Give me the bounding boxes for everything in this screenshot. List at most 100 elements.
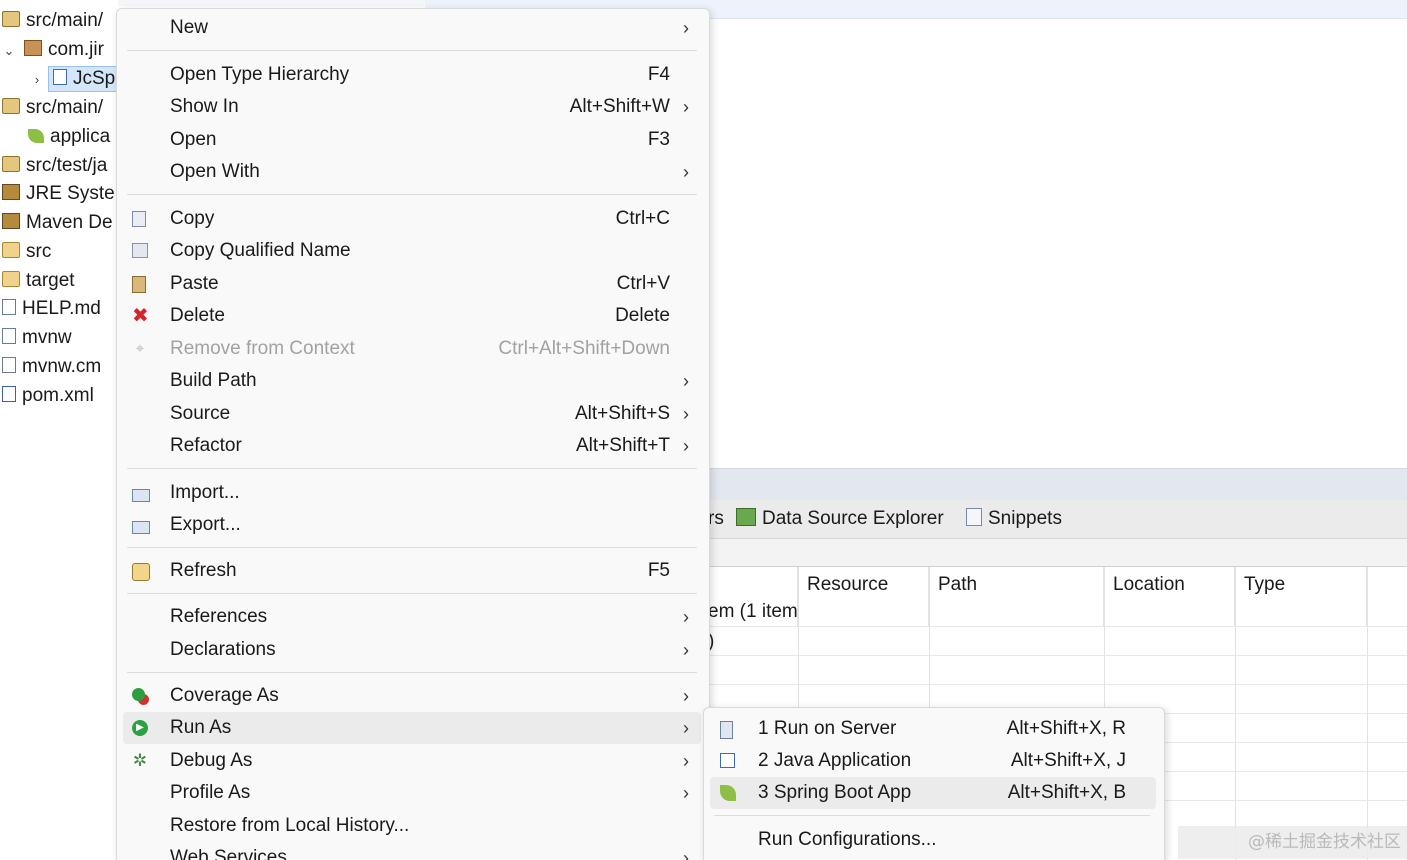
tree-item-label: src/test/ja [26, 155, 108, 176]
submenu-item-spring-boot-app[interactable]: 3 Spring Boot App Alt+Shift+X, B [710, 777, 1156, 809]
menu-item-label: Open With [170, 161, 260, 182]
menu-item-references[interactable]: References › [123, 601, 701, 633]
tree-item-src-test-java[interactable]: src/test/ja [2, 152, 107, 180]
folder-icon [2, 242, 20, 258]
menu-item-export[interactable]: Export... [123, 509, 701, 541]
menu-item-declarations[interactable]: Declarations › [123, 634, 701, 666]
menu-item-new[interactable]: New › [123, 12, 701, 44]
package-icon [24, 40, 42, 56]
menu-item-import[interactable]: Import... [123, 477, 701, 509]
tree-item-label: mvnw [22, 327, 72, 348]
menu-item-run-as[interactable]: ▶ Run As › [123, 712, 701, 744]
menu-item-label: References [170, 606, 268, 627]
menu-item-profile-as[interactable]: Profile As › [123, 777, 701, 809]
tree-item-label: com.jir [48, 39, 104, 60]
menu-item-delete[interactable]: ✖ Delete Delete [123, 300, 701, 332]
delete-icon: ✖ [132, 305, 149, 327]
tree-item-maven-dependencies[interactable]: Maven De [2, 209, 113, 237]
tree-item-application-properties[interactable]: applica [28, 123, 110, 151]
data-source-icon [736, 508, 756, 526]
tree-item-package[interactable]: ⌄ com.jir [2, 36, 104, 64]
menu-item-label: New [170, 17, 209, 38]
tree-item-src[interactable]: src [2, 238, 51, 266]
submenu-item-run-on-server[interactable]: 1 Run on Server Alt+Shift+X, R [710, 713, 1156, 745]
menu-item-label: Refresh [170, 560, 237, 581]
menu-item-copy-qualified-name[interactable]: Copy Qualified Name [123, 235, 701, 267]
tree-item-label: Maven De [26, 212, 113, 233]
menu-item-coverage-as[interactable]: Coverage As › [123, 680, 701, 712]
source-folder-icon [2, 98, 20, 114]
debug-icon: ✲ [132, 751, 148, 770]
menu-item-show-in[interactable]: Show In Alt+Shift+W › [123, 91, 701, 123]
chevron-right-icon[interactable]: › [30, 66, 44, 94]
row-description: em (1 item [708, 601, 798, 622]
submenu-item-java-application[interactable]: 2 Java Application Alt+Shift+X, J [710, 745, 1156, 777]
menu-item-restore-from-local-history[interactable]: Restore from Local History... [123, 810, 701, 842]
tree-item-target[interactable]: target [2, 267, 75, 295]
menu-item-open-type-hierarchy[interactable]: Open Type Hierarchy F4 [123, 59, 701, 91]
context-menu: New › Open Type Hierarchy F4 Show In Alt+Sh… [116, 8, 710, 860]
views-header [708, 468, 1407, 501]
tree-item-jre-system-library[interactable]: JRE Syste [2, 180, 115, 208]
watermark: @稀土掘金技术社区 [1178, 826, 1407, 859]
library-icon [2, 184, 20, 200]
tree-item-label: src [26, 241, 52, 262]
menu-item-label: Open [170, 129, 217, 150]
file-icon [2, 357, 16, 373]
folder-icon [2, 271, 20, 287]
table-row [708, 655, 1407, 684]
menu-item-shortcut: Alt+Shift+T [576, 435, 670, 456]
tab-data-source-explorer[interactable]: Data Source Explorer [736, 500, 944, 538]
menu-item-label: Delete [170, 305, 225, 326]
tree-item-pom-xml[interactable]: pom.xml [2, 382, 94, 410]
table-row[interactable]: ) [708, 626, 1407, 655]
menu-item-label: Refactor [170, 435, 242, 456]
import-icon [132, 489, 150, 502]
chevron-right-icon: › [683, 607, 689, 627]
view-tab-bar: rs Data Source Explorer Snippets [708, 500, 1407, 539]
menu-item-open[interactable]: Open F3 [123, 124, 701, 156]
chevron-right-icon: › [683, 848, 689, 860]
menu-item-web-services[interactable]: Web Services › [123, 842, 701, 860]
tree-item-mvnw[interactable]: mvnw [2, 324, 72, 352]
chevron-right-icon: › [683, 751, 689, 771]
menu-item-shortcut: F4 [647, 64, 670, 85]
menu-item-debug-as[interactable]: ✲ Debug As › [123, 745, 701, 777]
chevron-down-icon[interactable]: ⌄ [2, 37, 16, 65]
tree-item-src-main-java[interactable]: src/main/ [2, 7, 103, 35]
tree-item-mvnw-cmd[interactable]: mvnw.cm [2, 353, 101, 381]
menu-item-open-with[interactable]: Open With › [123, 156, 701, 188]
view-toolbar [708, 539, 1407, 566]
paste-icon [132, 276, 146, 293]
chevron-right-icon: › [683, 404, 689, 424]
tree-item-label: mvnw.cm [22, 356, 102, 377]
table-row[interactable]: em (1 item [708, 597, 1407, 625]
chevron-right-icon: › [683, 162, 689, 182]
chevron-right-icon: › [683, 436, 689, 456]
snippets-icon [966, 508, 982, 526]
tree-item-java-file[interactable]: › JcSp [30, 65, 118, 93]
tab-markers[interactable]: rs [708, 500, 724, 538]
copy-icon [132, 211, 146, 227]
menu-item-paste[interactable]: Paste Ctrl+V [123, 268, 701, 300]
menu-item-source[interactable]: Source Alt+Shift+S › [123, 398, 701, 430]
submenu-item-shortcut: Alt+Shift+X, B [1007, 782, 1126, 803]
refresh-icon [132, 563, 150, 581]
tree-item-help-md[interactable]: HELP.md [2, 295, 101, 323]
submenu-item-run-configurations[interactable]: Run Configurations... [710, 824, 1156, 856]
menu-item-label: Run As [170, 717, 232, 738]
menu-item-label: Copy [170, 208, 215, 229]
copy-qualified-name-icon [132, 243, 148, 258]
tree-item-src-main-resources[interactable]: src/main/ [2, 94, 103, 122]
menu-item-refactor[interactable]: Refactor Alt+Shift+T › [123, 430, 701, 462]
submenu-item-shortcut: Alt+Shift+X, J [1010, 750, 1126, 771]
menu-item-label: Web Services [170, 847, 287, 860]
chevron-right-icon: › [683, 371, 689, 391]
menu-item-refresh[interactable]: Refresh F5 [123, 555, 701, 587]
tab-snippets[interactable]: Snippets [966, 500, 1062, 538]
menu-item-label: Source [170, 403, 231, 424]
menu-item-remove-from-context: ⌖ Remove from Context Ctrl+Alt+Shift+Down [123, 333, 701, 365]
menu-item-copy[interactable]: Copy Ctrl+C [123, 203, 701, 235]
remove-from-context-icon: ⌖ [135, 340, 145, 357]
menu-item-build-path[interactable]: Build Path › [123, 365, 701, 397]
